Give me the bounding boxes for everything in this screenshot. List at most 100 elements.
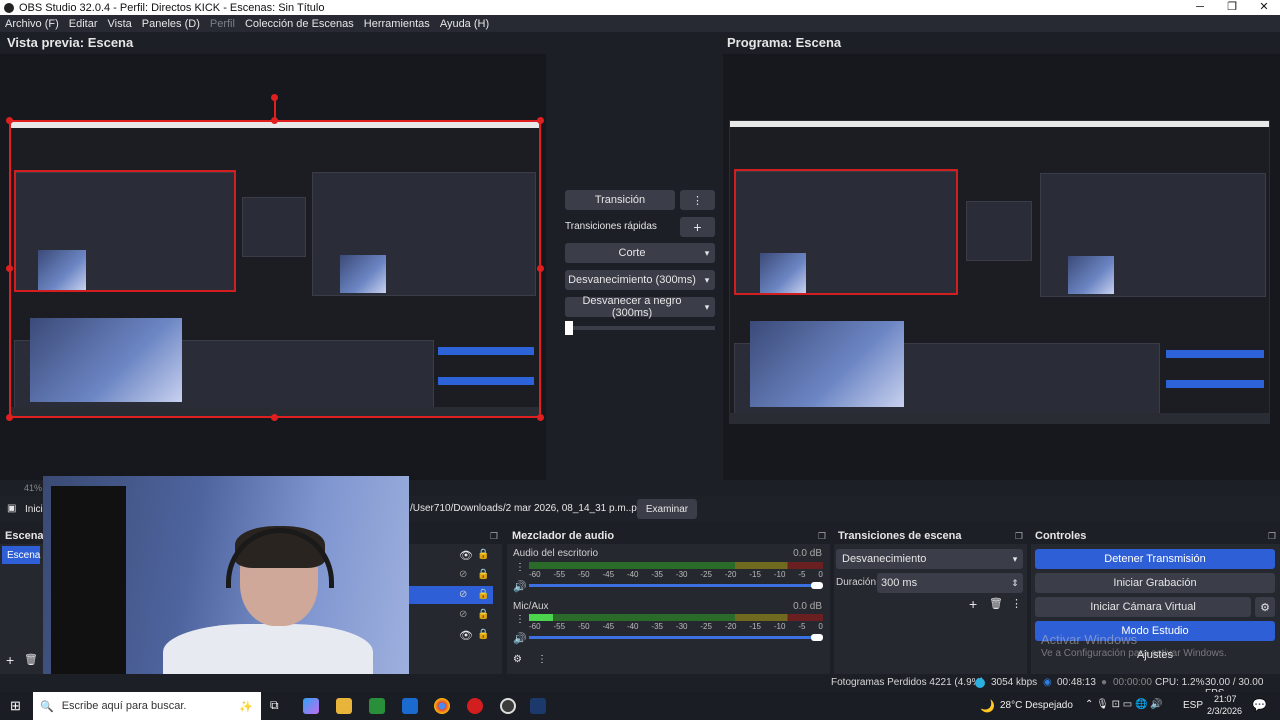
program-label: Programa: Escena [727,35,842,50]
taskbar-search[interactable]: 🔍 Escribe aquí para buscar. ✨ [33,692,261,720]
chrome-icon[interactable] [434,698,450,714]
hidden-eye-icon[interactable]: ⊘ [459,569,467,580]
resize-handle-l[interactable] [6,265,13,272]
clock-time[interactable]: 21:07 [1214,694,1237,704]
copilot-icon[interactable] [303,698,319,714]
duration-spinbox[interactable]: 300 ms ⇕ [877,573,1023,593]
resize-handle-t[interactable] [271,117,278,124]
t-bar-handle[interactable] [565,321,573,335]
dock-float-icon[interactable]: ❐ [490,531,498,542]
volume-slider-mic[interactable] [529,636,819,639]
menu-vista[interactable]: Vista [103,18,137,30]
kebab-icon[interactable]: ⋮ [515,614,525,625]
window-titlebar: OBS Studio 32.0.4 - Perfil: Directos KIC… [0,0,1280,15]
network-indicator-icon [975,678,985,688]
notifications-icon[interactable]: 💬 [1252,698,1267,712]
quick-transitions-label: Transiciones rápidas [565,221,657,232]
mail-icon[interactable] [402,698,418,714]
resize-handle-br[interactable] [537,414,544,421]
transition-menu-button[interactable]: ⋮ [680,190,715,210]
add-transition-button[interactable]: + [969,596,977,612]
lock-icon[interactable]: 🔒 [477,629,489,640]
db-scale: -60 -55 -50 -45 -40 -35 -30 -25 -20 -15 -10 -5 0 [529,570,823,579]
lock-icon[interactable]: 🔒 [477,589,489,600]
trash-icon[interactable]: 🗑 [24,653,38,666]
search-placeholder: Escribe aquí para buscar. [61,700,187,712]
hidden-eye-icon[interactable]: ⊘ [459,609,467,620]
start-recording-button[interactable]: Iniciar Grabación [1035,573,1275,593]
stop-stream-button[interactable]: Detener Transmisión [1035,549,1275,569]
kebab-icon[interactable]: ⋮ [515,562,525,573]
clock-date[interactable]: 2/3/2026 [1207,706,1242,716]
kebab-icon[interactable]: ⋮ [537,654,547,665]
hidden-eye-icon[interactable]: ⊘ [459,589,467,600]
lock-icon[interactable]: 🔒 [477,569,489,580]
program-screen-capture [729,120,1270,424]
preview-canvas[interactable] [0,54,546,480]
visibility-eye-icon[interactable]: 👁 [459,549,473,562]
volume-slider-desktop[interactable] [529,584,819,587]
steam-icon[interactable] [530,698,546,714]
store-icon[interactable] [369,698,385,714]
language-indicator[interactable]: ESP [1183,700,1203,711]
source-image-icon: ▣ [7,503,17,514]
scene-item-escena[interactable]: Escena [2,546,40,564]
menu-ayuda[interactable]: Ayuda (H) [435,18,494,30]
scene-transitions-title: Transiciones de escena [838,530,962,542]
tray-icons[interactable]: ⌃ 🎙 ⊡ ▭ 🌐 🔊 [1085,699,1163,710]
kebab-icon[interactable]: ⋮ [1011,597,1022,610]
volume-knob[interactable] [811,634,823,641]
menu-paneles[interactable]: Paneles (D) [137,18,205,30]
speaker-icon[interactable]: 🔊 [513,632,527,645]
weather-text[interactable]: 28°C Despejado [1000,700,1073,711]
studio-transition-panel: Transición ⋮ Transiciones rápidas + Cort… [548,54,723,480]
menu-perfil[interactable]: Perfil [205,18,240,30]
opera-icon[interactable] [467,698,483,714]
speaker-icon[interactable]: 🔊 [513,580,527,593]
lock-icon[interactable]: 🔒 [477,609,489,620]
t-bar-track[interactable] [565,326,715,330]
lock-icon[interactable]: 🔒 [477,549,489,560]
audio-mixer-body: Audio del escritorio 0.0 dB ⋮ -60 -55 -50-… [507,544,830,674]
menu-coleccion-escenas[interactable]: Colección de Escenas [240,18,359,30]
transition-button[interactable]: Transición [565,190,675,210]
quick-transition-fade-black[interactable]: Desvanecer a negro (300ms) ▾ [565,295,715,319]
menu-herramientas[interactable]: Herramientas [359,18,435,30]
channel-name: Audio del escritorio [513,548,599,559]
chevron-down-icon: ▾ [704,274,710,285]
menu-editar[interactable]: Editar [64,18,103,30]
windows-start-icon[interactable]: ⊞ [10,698,21,714]
file-explorer-icon[interactable] [336,698,352,714]
add-quick-transition-button[interactable]: + [680,217,715,237]
record-time: 00:00:00 [1113,677,1152,688]
transition-select[interactable]: Desvanecimiento ▾ [836,549,1023,569]
close-button[interactable]: ✕ [1248,0,1280,15]
resize-handle-r[interactable] [537,265,544,272]
visibility-eye-icon[interactable]: 👁 [459,629,473,642]
audio-meter-mic [529,614,823,621]
task-view-icon[interactable]: ⧉ [270,698,279,713]
trash-icon[interactable]: 🗑 [989,597,1003,610]
resize-handle-tl[interactable] [6,117,13,124]
advanced-audio-gear-icon[interactable]: ⚙ [513,654,522,665]
activation-watermark-title: Activar Windows [1041,632,1138,647]
resize-handle-tr[interactable] [537,117,544,124]
dock-float-icon[interactable]: ❐ [1268,531,1276,542]
minimize-button[interactable]: ─ [1184,0,1216,15]
resize-handle-b[interactable] [271,414,278,421]
quick-transition-fade[interactable]: Desvanecimiento (300ms) ▾ [565,270,715,290]
dock-float-icon[interactable]: ❐ [818,531,826,542]
dropped-frames: Fotogramas Perdidos 4221 (4.9%) [831,677,984,688]
source-selection-box[interactable] [9,120,541,418]
quick-transition-corte[interactable]: Corte ▾ [565,243,715,263]
dock-float-icon[interactable]: ❐ [1015,531,1023,542]
browse-button[interactable]: Examinar [637,499,697,519]
obs-taskbar-icon[interactable] [500,698,516,714]
volume-knob[interactable] [811,582,823,589]
add-scene-button[interactable]: + [6,652,14,668]
virtual-camera-button[interactable]: Iniciar Cámara Virtual [1035,597,1251,617]
maximize-button[interactable]: ❐ [1216,0,1248,15]
menu-archivo[interactable]: Archivo (F) [0,18,64,30]
resize-handle-bl[interactable] [6,414,13,421]
virtual-camera-settings-button[interactable]: ⚙ [1255,597,1275,617]
